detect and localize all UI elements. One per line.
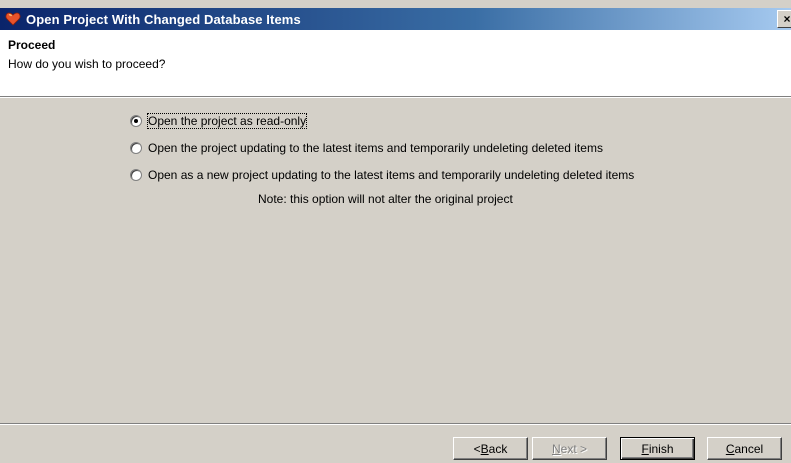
radio-button-checked[interactable] bbox=[130, 115, 142, 127]
option-label[interactable]: Open the project as read-only bbox=[146, 113, 308, 129]
button-prefix: < bbox=[473, 441, 481, 456]
button-mnemonic: C bbox=[725, 441, 735, 456]
page-title: Proceed bbox=[8, 38, 56, 52]
app-heart-icon bbox=[5, 11, 21, 27]
button-label: ext > bbox=[560, 441, 588, 456]
option-new-project[interactable]: Open as a new project updating to the la… bbox=[130, 168, 634, 182]
footer-divider-highlight bbox=[0, 424, 791, 425]
close-button[interactable]: × bbox=[777, 10, 791, 28]
option-label[interactable]: Open as a new project updating to the la… bbox=[148, 168, 634, 182]
option-update-latest[interactable]: Open the project updating to the latest … bbox=[130, 141, 603, 155]
title-bar[interactable]: Open Project With Changed Database Items… bbox=[0, 8, 791, 30]
dialog-window: Open Project With Changed Database Items… bbox=[0, 0, 791, 463]
button-mnemonic: B bbox=[480, 441, 489, 456]
button-label: ack bbox=[488, 441, 508, 456]
window-title: Open Project With Changed Database Items bbox=[26, 11, 301, 27]
cancel-button[interactable]: Cancel bbox=[707, 437, 782, 460]
radio-button[interactable] bbox=[130, 169, 142, 181]
back-button[interactable]: < Back bbox=[453, 437, 528, 460]
button-mnemonic: F bbox=[641, 441, 649, 456]
wizard-header: Proceed How do you wish to proceed? bbox=[0, 30, 791, 97]
close-icon: × bbox=[783, 12, 791, 26]
finish-button[interactable]: Finish bbox=[620, 437, 695, 460]
option-note: Note: this option will not alter the ori… bbox=[258, 192, 513, 206]
button-label: ancel bbox=[734, 441, 764, 456]
radio-button[interactable] bbox=[130, 142, 142, 154]
button-label: inish bbox=[648, 441, 674, 456]
option-label[interactable]: Open the project updating to the latest … bbox=[148, 141, 603, 155]
button-mnemonic: N bbox=[551, 441, 561, 456]
header-divider bbox=[0, 97, 791, 98]
option-read-only[interactable]: Open the project as read-only bbox=[130, 113, 308, 129]
next-button[interactable]: Next > bbox=[532, 437, 607, 460]
page-subtitle: How do you wish to proceed? bbox=[8, 57, 166, 71]
